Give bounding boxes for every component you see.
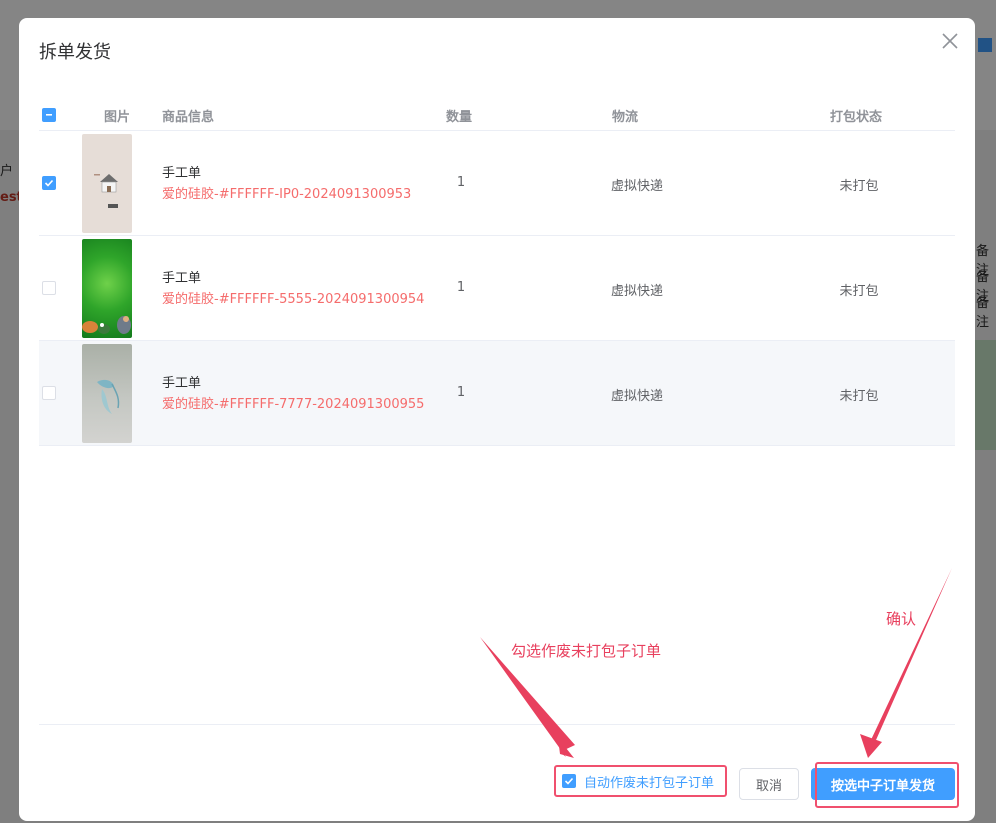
annotation-checkbox-hint: 勾选作废未打包子订单 bbox=[511, 642, 662, 660]
product-sku: 爱的硅胶-#FFFFFF-5555-2024091300954 bbox=[162, 292, 425, 307]
product-name: 手工单 bbox=[162, 166, 202, 181]
table-row[interactable]: 手工单 爱的硅胶-#FFFFFF-5555-2024091300954 1 虚拟… bbox=[39, 236, 955, 341]
header-logistics: 物流 bbox=[612, 110, 639, 125]
highlight-box-auto-void bbox=[554, 765, 727, 797]
quantity-cell: 1 bbox=[456, 175, 466, 190]
footer-divider bbox=[39, 724, 955, 725]
close-icon[interactable] bbox=[941, 32, 959, 50]
select-all-checkbox[interactable] bbox=[42, 108, 56, 122]
pack-status-cell: 未打包 bbox=[839, 389, 879, 404]
logistics-cell: 虚拟快递 bbox=[610, 284, 663, 299]
product-thumbnail bbox=[82, 344, 132, 443]
annotation-confirm-hint: 确认 bbox=[886, 610, 917, 628]
product-thumbnail bbox=[82, 134, 132, 233]
pack-status-cell: 未打包 bbox=[839, 179, 879, 194]
header-pack-status: 打包状态 bbox=[830, 110, 883, 125]
logistics-cell: 虚拟快递 bbox=[610, 179, 663, 194]
row-checkbox[interactable] bbox=[42, 176, 56, 190]
table-row[interactable]: 手工单 爱的硅胶-#FFFFFF-7777-2024091300955 1 虚拟… bbox=[39, 341, 955, 446]
highlight-box-confirm bbox=[815, 762, 959, 808]
quantity-cell: 1 bbox=[456, 385, 466, 400]
header-image: 图片 bbox=[104, 110, 131, 125]
dialog-title: 拆单发货 bbox=[39, 42, 111, 63]
row-checkbox[interactable] bbox=[42, 281, 56, 295]
product-name: 手工单 bbox=[162, 271, 202, 286]
header-quantity: 数量 bbox=[446, 110, 473, 125]
cancel-button[interactable]: 取消 bbox=[739, 768, 799, 800]
product-sku: 爱的硅胶-#FFFFFF-IP0-2024091300953 bbox=[162, 187, 412, 202]
product-sku: 爱的硅胶-#FFFFFF-7777-2024091300955 bbox=[162, 397, 425, 412]
quantity-cell: 1 bbox=[456, 280, 466, 295]
pack-status-cell: 未打包 bbox=[839, 284, 879, 299]
table-header: 图片 商品信息 数量 物流 打包状态 bbox=[39, 102, 955, 131]
logistics-cell: 虚拟快递 bbox=[610, 389, 663, 404]
table-row[interactable]: 手工单 爱的硅胶-#FFFFFF-IP0-2024091300953 1 虚拟快… bbox=[39, 131, 955, 236]
split-shipment-dialog: 拆单发货 图片 商品信息 数量 物流 打包状态 手工单 爱的硅胶-#FFFFFF… bbox=[19, 18, 975, 821]
header-product-info: 商品信息 bbox=[162, 110, 215, 125]
sub-order-table: 图片 商品信息 数量 物流 打包状态 手工单 爱的硅胶-#FFFFFF-IP0-… bbox=[39, 102, 955, 446]
product-thumbnail bbox=[82, 239, 132, 338]
row-checkbox[interactable] bbox=[42, 386, 56, 400]
product-name: 手工单 bbox=[162, 376, 202, 391]
